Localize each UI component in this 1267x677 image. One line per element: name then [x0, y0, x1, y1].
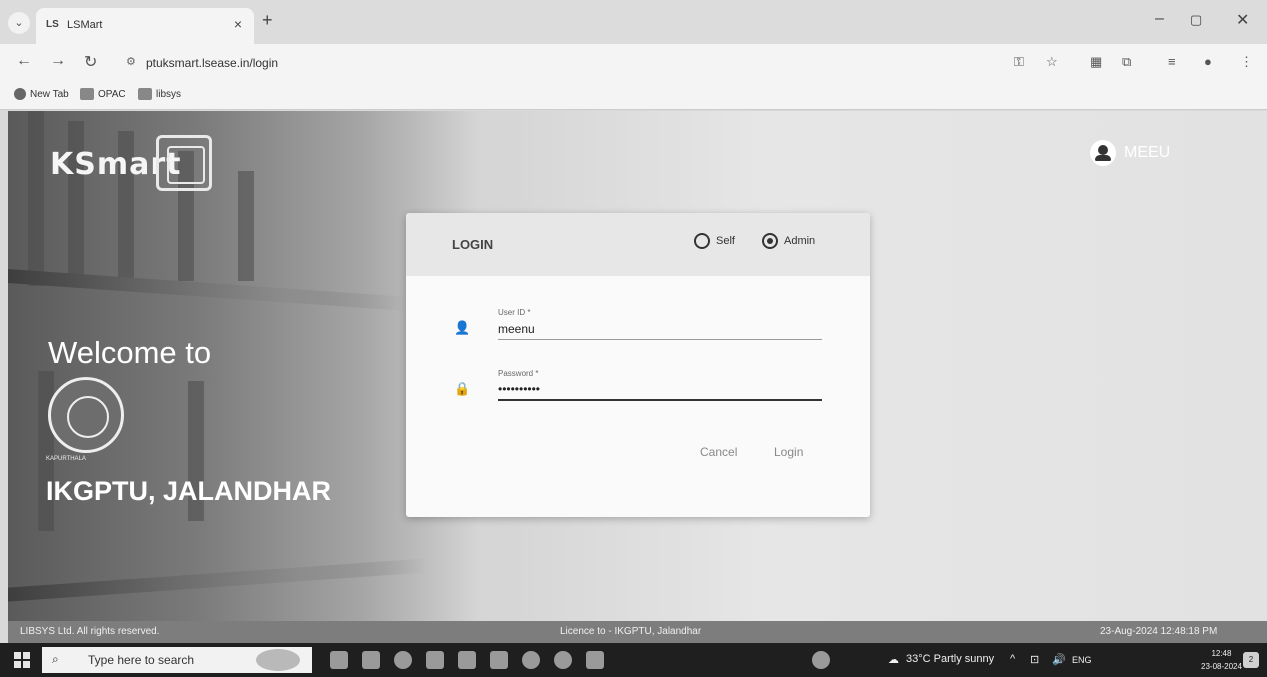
- ksmart-logo: KSmart: [44, 133, 214, 193]
- radio-self[interactable]: Self: [694, 233, 735, 249]
- volume-icon[interactable]: 🔊: [1052, 653, 1066, 666]
- search-icon: ⌕: [52, 652, 59, 666]
- bookmarks-bar: New Tab OPAC libsys: [0, 82, 1267, 110]
- puzzle-icon[interactable]: ⧉: [1122, 54, 1131, 70]
- user-avatar-icon: [1090, 140, 1116, 166]
- new-tab-icon[interactable]: +: [262, 10, 273, 31]
- welcome-heading: Welcome to: [48, 335, 212, 370]
- task-view-icon[interactable]: [330, 651, 348, 669]
- weather-text[interactable]: 33°C Partly sunny: [906, 653, 994, 665]
- clock-time: 12:48: [1211, 649, 1232, 658]
- profile-icon[interactable]: ●: [1204, 54, 1212, 69]
- site-info-icon[interactable]: ⚙: [126, 55, 136, 68]
- bookmark-star-icon[interactable]: ☆: [1046, 54, 1058, 70]
- forward-icon[interactable]: →: [50, 52, 66, 70]
- bookmark-icon: [138, 88, 152, 100]
- licence-text: Licence to - IKGPTU, Jalandhar: [560, 626, 702, 637]
- bookmark-libsys[interactable]: libsys: [138, 88, 181, 100]
- mail-icon[interactable]: [458, 651, 476, 669]
- cancel-button[interactable]: Cancel: [700, 445, 737, 459]
- notification-icon[interactable]: 2: [1243, 652, 1259, 668]
- user-id-input[interactable]: [498, 318, 822, 340]
- close-window-icon[interactable]: ✕: [1236, 10, 1249, 30]
- language-indicator[interactable]: ENG: [1072, 655, 1092, 665]
- tab-search-dropdown-icon[interactable]: ⌄: [8, 12, 30, 34]
- copyright-text: LIBSYS Ltd. All rights reserved.: [20, 626, 160, 637]
- seal-caption: KAPURTHALA: [46, 456, 86, 462]
- help-icon[interactable]: [812, 651, 830, 669]
- menu-kebab-icon[interactable]: ⋮: [1240, 54, 1253, 70]
- radio-admin-label: Admin: [784, 235, 816, 247]
- reading-list-icon[interactable]: ≡: [1168, 54, 1176, 69]
- bookmark-label: New Tab: [30, 88, 69, 100]
- university-name: IKGPTU, JALANDHAR: [46, 476, 332, 506]
- windows-taskbar: ⌕ Type here to search ☁ 33°C Partly sunn…: [0, 643, 1267, 677]
- radio-self-label: Self: [716, 235, 735, 247]
- back-icon[interactable]: ←: [16, 52, 32, 70]
- login-page: KSmart Welcome to KAPURTHALA IKGPTU, JAL…: [8, 111, 1267, 621]
- user-name: MEEU: [1124, 144, 1171, 161]
- login-button[interactable]: Login: [774, 445, 803, 459]
- globe-icon: [14, 88, 26, 100]
- brand-frame-icon: [156, 135, 212, 191]
- url-text[interactable]: ptuksmart.lsease.in/login: [146, 56, 278, 70]
- reload-icon[interactable]: ↻: [84, 52, 97, 72]
- browser-tab[interactable]: LS LSMart ×: [36, 8, 254, 44]
- tray-chevron-icon[interactable]: ^: [1010, 653, 1015, 665]
- bookmark-icon: [80, 88, 94, 100]
- tab-close-icon[interactable]: ×: [234, 16, 242, 32]
- radio-unchecked-icon[interactable]: [694, 233, 710, 249]
- extension-icon[interactable]: ▦: [1090, 54, 1102, 70]
- browser-tab-bar: ⌄ LS LSMart × + – ▢ ✕: [0, 0, 1267, 44]
- app-icon[interactable]: [362, 651, 380, 669]
- windows-start-icon[interactable]: [14, 652, 30, 668]
- bookmark-label: OPAC: [98, 88, 126, 100]
- login-card-header: LOGIN Self Admin: [406, 213, 870, 276]
- minimize-icon[interactable]: –: [1155, 10, 1164, 28]
- radio-checked-icon[interactable]: [762, 233, 778, 249]
- login-title: LOGIN: [452, 237, 494, 252]
- address-bar[interactable]: ⚙ ptuksmart.lsease.in/login: [112, 49, 992, 77]
- network-icon[interactable]: ⊡: [1030, 653, 1039, 666]
- user-id-label: User ID *: [498, 308, 531, 317]
- user-icon: 👤: [454, 320, 471, 335]
- university-seal-icon: [48, 377, 124, 453]
- weather-icon[interactable]: ☁: [888, 653, 899, 666]
- user-menu[interactable]: MEEU: [1090, 140, 1170, 166]
- chrome-icon[interactable]: [522, 651, 540, 669]
- address-toolbar: ← → ↻ ⚙ ptuksmart.lsease.in/login ⚿ ☆ ▦ …: [0, 44, 1267, 82]
- clock-date: 23-08-2024: [1201, 662, 1242, 671]
- store-icon[interactable]: [490, 651, 508, 669]
- edge-icon[interactable]: [394, 651, 412, 669]
- radio-admin[interactable]: Admin: [762, 233, 815, 249]
- password-key-icon[interactable]: ⚿: [1014, 54, 1024, 70]
- taskbar-search[interactable]: ⌕ Type here to search: [42, 647, 312, 673]
- lock-icon: 🔒: [454, 381, 471, 396]
- search-highlight-icon: [256, 649, 300, 671]
- bookmark-label: libsys: [156, 88, 182, 100]
- password-label: Password *: [498, 369, 539, 378]
- footer-datetime: 23-Aug-2024 12:48:18 PM: [1100, 626, 1218, 637]
- taskbar-search-placeholder: Type here to search: [88, 653, 195, 667]
- bookmark-new-tab[interactable]: New Tab: [14, 88, 69, 100]
- maximize-icon[interactable]: ▢: [1190, 12, 1202, 28]
- login-card: LOGIN Self Admin 👤 User ID * 🔒 Password …: [406, 213, 870, 517]
- firefox-icon[interactable]: [554, 651, 572, 669]
- tab-title: LSMart: [67, 19, 103, 31]
- app-icon[interactable]: [586, 651, 604, 669]
- page-footer: LIBSYS Ltd. All rights reserved. Licence…: [8, 621, 1267, 643]
- taskbar-clock[interactable]: 12:48 23-08-2024: [1201, 647, 1242, 673]
- password-input[interactable]: [498, 379, 822, 401]
- file-explorer-icon[interactable]: [426, 651, 444, 669]
- tab-favicon: LS: [46, 19, 59, 30]
- bookmark-opac[interactable]: OPAC: [80, 88, 126, 100]
